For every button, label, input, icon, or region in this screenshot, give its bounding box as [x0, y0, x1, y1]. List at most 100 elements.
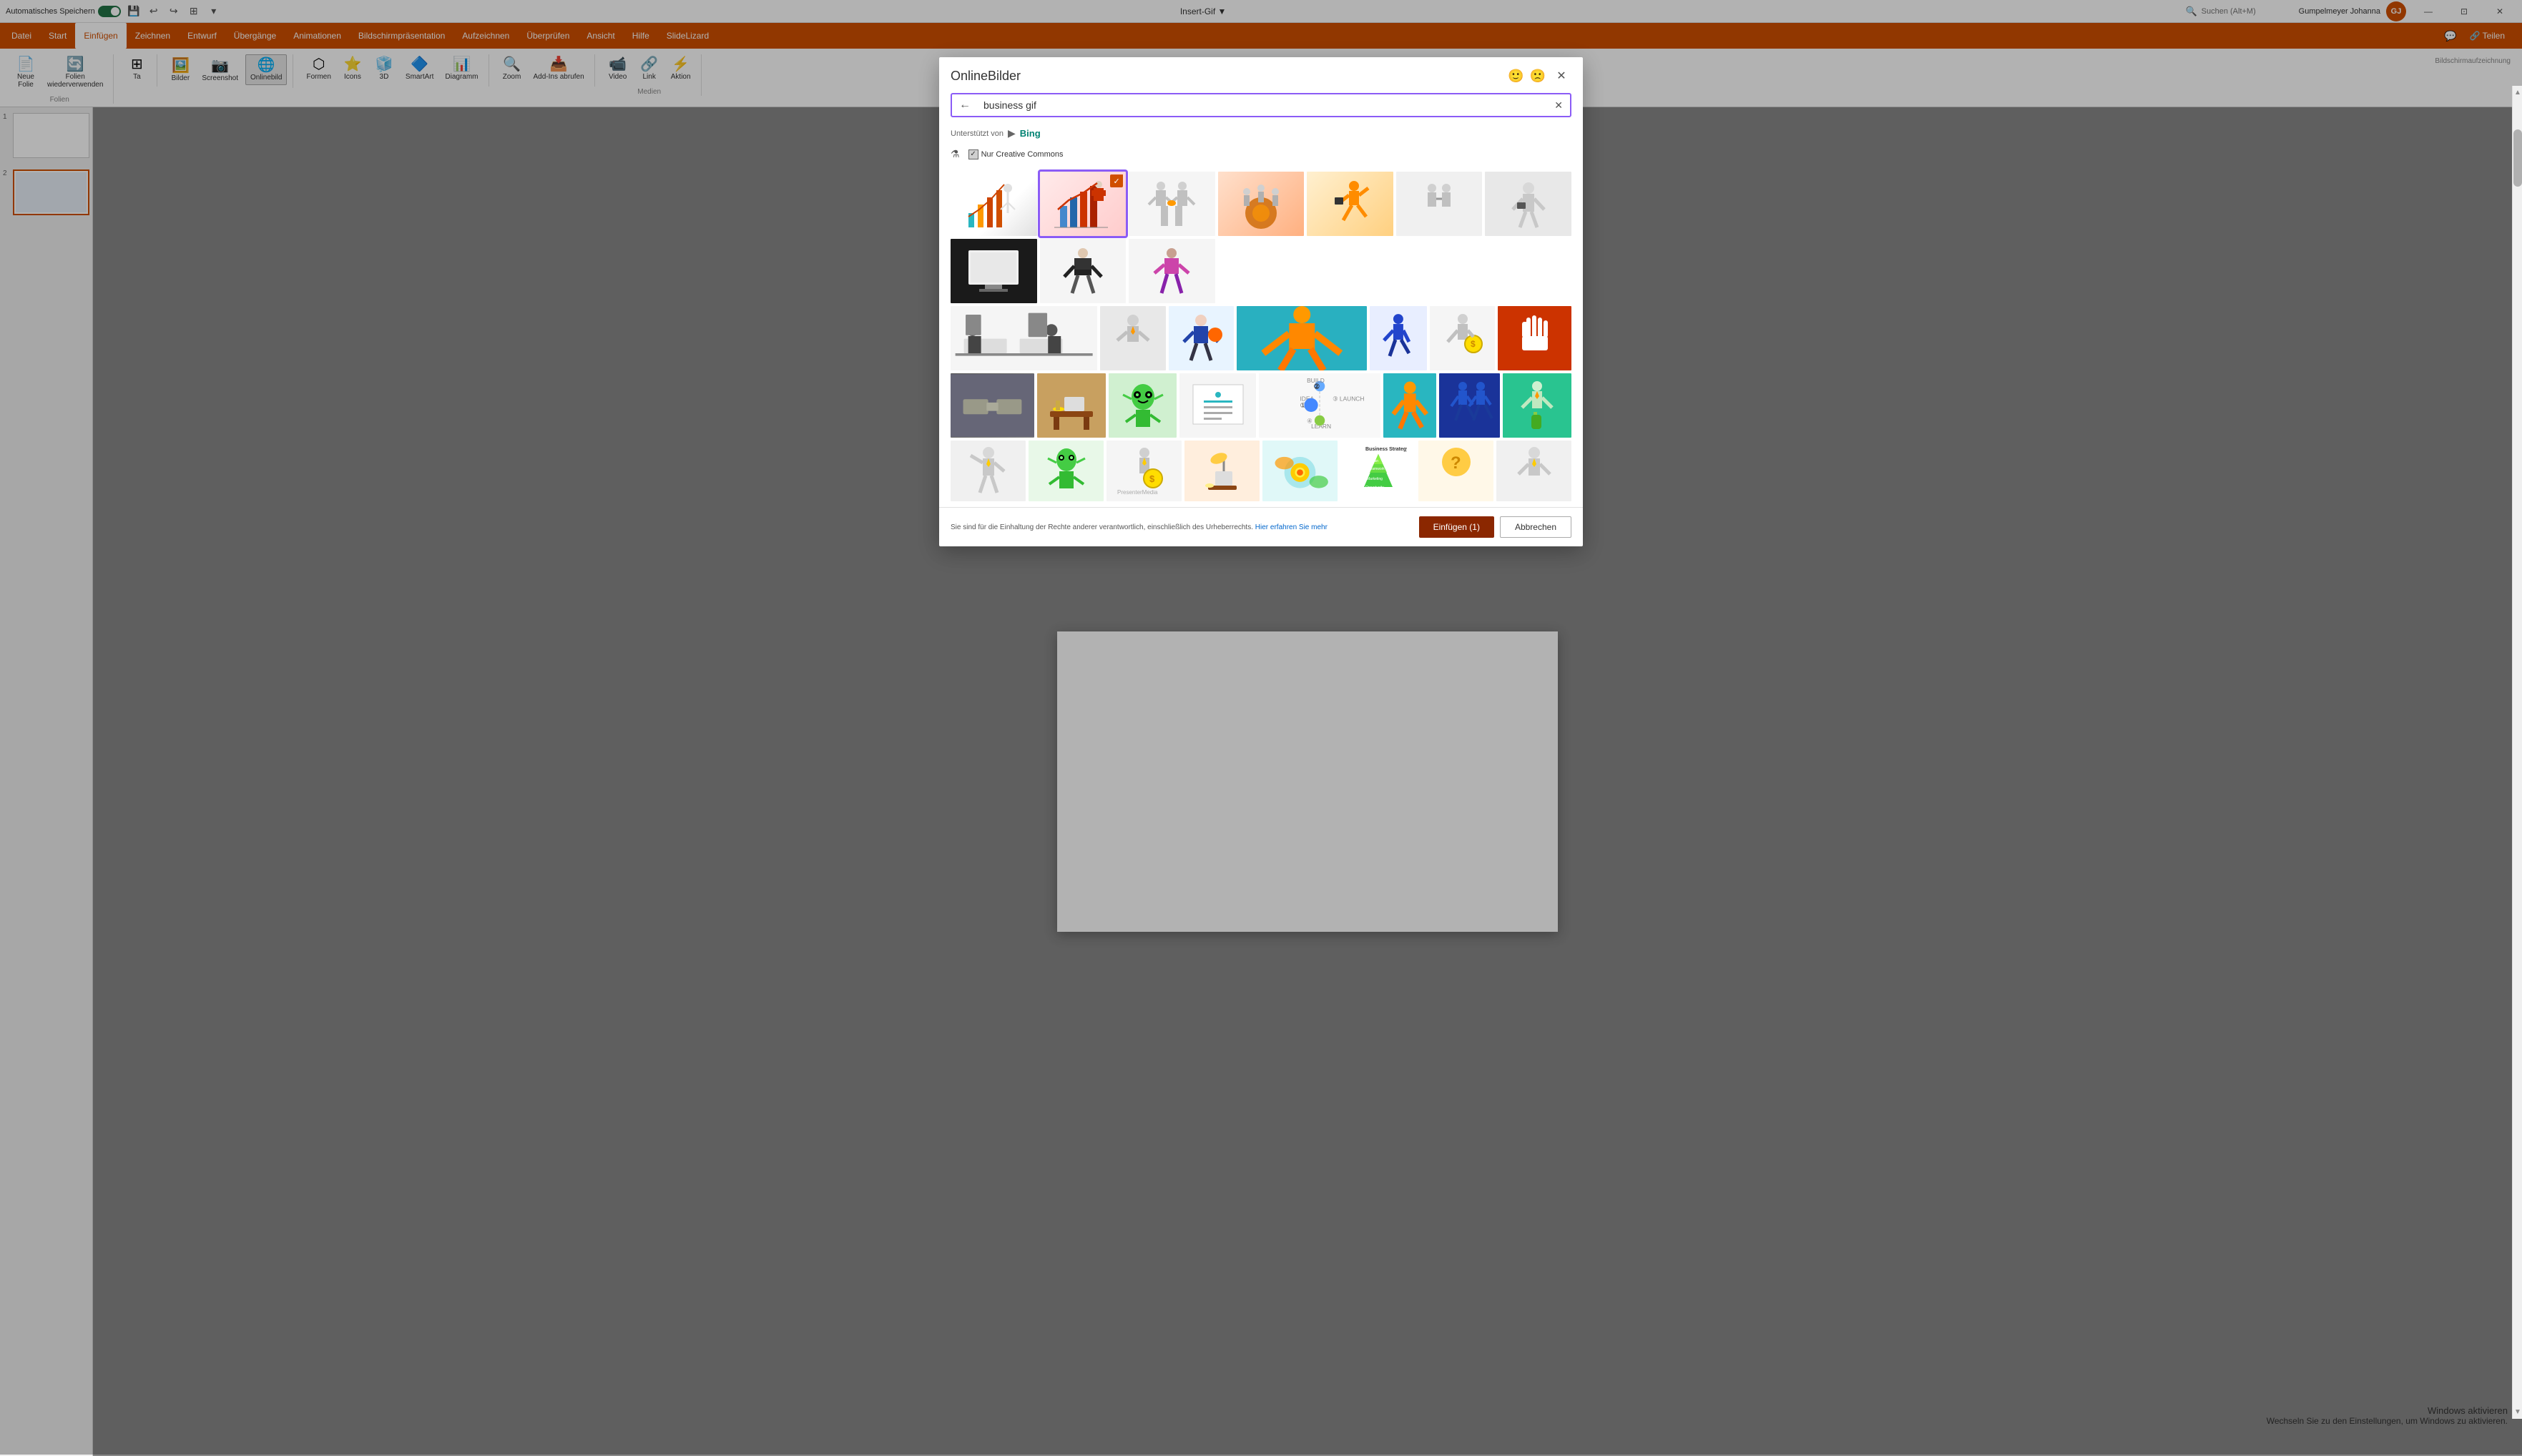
search-back-button[interactable]: ← [952, 94, 978, 116]
img-svg-6 [1396, 172, 1483, 236]
image-item-28[interactable]: $ PresenterMedia [1107, 441, 1182, 501]
search-clear-button[interactable]: ✕ [1547, 95, 1570, 116]
image-item-32[interactable]: ? [1418, 441, 1493, 501]
image-item-18[interactable] [951, 373, 1034, 438]
img-svg-7 [1485, 172, 1571, 236]
filter-icon[interactable]: ⚗ [951, 148, 960, 160]
image-item-3[interactable] [1129, 172, 1215, 236]
img-svg-27 [1029, 441, 1104, 501]
image-item-15[interactable] [1370, 306, 1427, 370]
img-svg-16: $ [1430, 306, 1495, 370]
image-grid-row1: ✓ [951, 172, 1571, 303]
img-svg-19 [1037, 373, 1106, 438]
svg-text:②: ② [1313, 383, 1320, 391]
image-grid-container: ✓ [939, 166, 1583, 507]
filter-bar: ⚗ ✓ Nur Creative Commons [939, 145, 1583, 163]
img-svg-3 [1129, 172, 1215, 236]
footer-notice-text: Sie sind für die Einhaltung der Rechte a… [951, 523, 1253, 531]
image-item-10[interactable] [1129, 239, 1215, 303]
image-grid-row2: $ [951, 306, 1571, 370]
image-item-27[interactable] [1029, 441, 1104, 501]
image-item-25[interactable] [1503, 373, 1571, 438]
image-item-11[interactable] [951, 306, 1097, 370]
image-item-29[interactable] [1184, 441, 1260, 501]
emoji-frown[interactable]: 🙁 [1530, 69, 1546, 84]
image-grid-row3: BUILD ② IDEA ① ③ LAUNCH ④ LEARN [951, 373, 1571, 438]
img-svg-24 [1439, 373, 1500, 438]
image-item-20[interactable] [1109, 373, 1177, 438]
image-item-12[interactable] [1100, 306, 1165, 370]
image-item-9[interactable] [1040, 239, 1127, 303]
image-item-33[interactable] [1496, 441, 1571, 501]
image-item-1[interactable] [951, 172, 1037, 236]
svg-text:Plan: Plan [1371, 459, 1378, 463]
svg-text:PresenterMedia: PresenterMedia [1117, 489, 1158, 496]
image-item-8[interactable] [951, 239, 1037, 303]
img-svg-30 [1262, 441, 1338, 501]
cc-checkbox-box[interactable]: ✓ [968, 149, 978, 159]
img-svg-14 [1237, 306, 1367, 370]
img-svg-8 [951, 239, 1037, 303]
insert-button[interactable]: Einfügen (1) [1419, 516, 1494, 538]
image-item-31[interactable]: Business Strategy Plan Teamwork Marketin… [1340, 441, 1415, 501]
img-svg-18 [951, 373, 1034, 438]
image-item-7[interactable] [1485, 172, 1571, 236]
img-svg-32: ? [1418, 441, 1493, 501]
img-svg-5 [1307, 172, 1393, 236]
online-bilder-dialog: OnlineBilder 🙂 🙁 ✕ ← ✕ Unterstützt von ▶… [939, 57, 1583, 546]
dialog-title: OnlineBilder [951, 69, 1021, 84]
image-item-26[interactable] [951, 441, 1026, 501]
img-svg-4 [1218, 172, 1305, 236]
img-svg-28: $ PresenterMedia [1107, 441, 1182, 501]
cc-label: Nur Creative Commons [981, 150, 1064, 159]
selected-checkmark: ✓ [1112, 174, 1123, 186]
scroll-down-button[interactable]: ▼ [2514, 1408, 2521, 1416]
img-svg-9 [1040, 239, 1127, 303]
svg-text:$: $ [1149, 473, 1155, 484]
emoji-smile[interactable]: 🙂 [1508, 69, 1523, 84]
svg-text:③ LAUNCH: ③ LAUNCH [1333, 395, 1364, 402]
img-svg-21 [1179, 373, 1255, 438]
image-item-6[interactable] [1396, 172, 1483, 236]
bing-icon: ▶ [1008, 127, 1016, 139]
img-svg-1 [951, 172, 1037, 236]
svg-text:Marketing: Marketing [1367, 477, 1383, 481]
search-box: ← ✕ [951, 93, 1571, 117]
img-svg-10 [1129, 239, 1215, 303]
image-item-30[interactable] [1262, 441, 1338, 501]
img-svg-31: Business Strategy Plan Teamwork Marketin… [1340, 441, 1415, 501]
search-area: ← ✕ [939, 86, 1583, 124]
image-item-24[interactable] [1439, 373, 1500, 438]
image-item-19[interactable] [1037, 373, 1106, 438]
image-item-13[interactable] [1169, 306, 1234, 370]
scroll-up-button[interactable]: ▲ [2514, 89, 2521, 97]
img-svg-17 [1498, 306, 1571, 370]
img-svg-13 [1169, 306, 1234, 370]
img-svg-22: BUILD ② IDEA ① ③ LAUNCH ④ LEARN [1259, 373, 1380, 438]
image-item-16[interactable]: $ [1430, 306, 1495, 370]
dialog-footer: Sie sind für die Einhaltung der Rechte a… [939, 507, 1583, 546]
svg-text:Opportunity: Opportunity [1365, 486, 1384, 490]
svg-text:Teamwork: Teamwork [1368, 467, 1385, 471]
footer-link[interactable]: Hier erfahren Sie mehr [1255, 523, 1328, 531]
scrollbar-thumb[interactable] [2513, 129, 2522, 187]
image-item-14[interactable] [1237, 306, 1367, 370]
dialog-close-button[interactable]: ✕ [1551, 66, 1571, 86]
search-input[interactable] [978, 95, 1547, 115]
svg-text:?: ? [1451, 453, 1461, 473]
dialog-scrollbar[interactable]: ▲ ▼ [2512, 86, 2522, 1419]
img-svg-29 [1184, 441, 1260, 501]
img-svg-25 [1503, 373, 1571, 438]
image-item-17[interactable] [1498, 306, 1571, 370]
cancel-button[interactable]: Abbrechen [1500, 516, 1571, 538]
footer-buttons: Einfügen (1) Abbrechen [1419, 516, 1571, 538]
image-item-23[interactable] [1383, 373, 1436, 438]
powered-by: Unterstützt von ▶ Bing [939, 124, 1583, 145]
image-item-21[interactable] [1179, 373, 1255, 438]
image-item-5[interactable] [1307, 172, 1393, 236]
image-item-22[interactable]: BUILD ② IDEA ① ③ LAUNCH ④ LEARN [1259, 373, 1380, 438]
image-grid-row4: $ PresenterMedia [951, 441, 1571, 501]
image-item-2[interactable]: ✓ [1040, 172, 1127, 236]
creative-commons-checkbox[interactable]: ✓ Nur Creative Commons [968, 149, 1064, 159]
image-item-4[interactable] [1218, 172, 1305, 236]
